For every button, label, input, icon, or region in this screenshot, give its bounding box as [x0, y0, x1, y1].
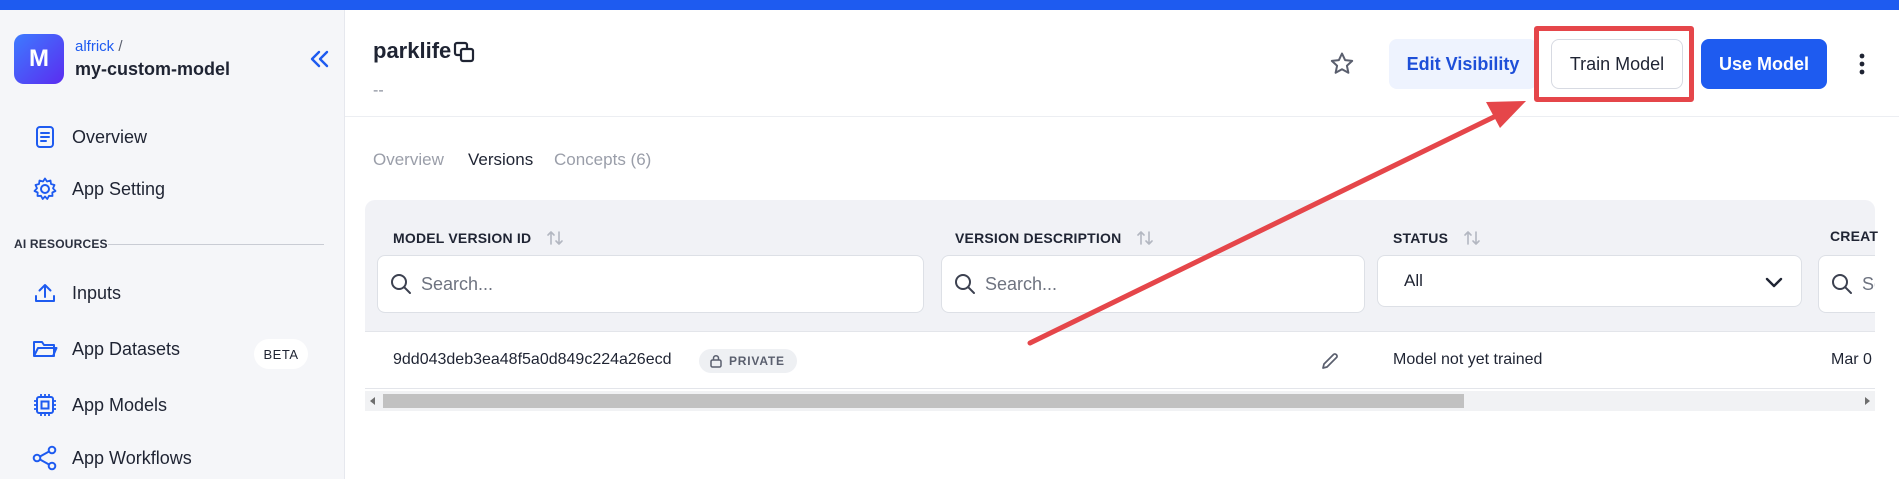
app-owner-name[interactable]: alfrick: [75, 38, 114, 55]
table-header: MODEL VERSION ID VERSION DESCRIPTION STA…: [365, 200, 1878, 331]
sidebar-item-label: App Models: [72, 394, 168, 415]
column-header-status[interactable]: STATUS: [1393, 228, 1482, 248]
app-owner-link[interactable]: alfrick /: [75, 38, 123, 55]
sidebar-item-label: Inputs: [72, 282, 122, 303]
app-header: M alfrick / my-custom-model: [14, 34, 334, 84]
collapse-sidebar-icon[interactable]: [304, 44, 334, 74]
version-description-search[interactable]: [941, 255, 1365, 313]
main-content: parklife -- Edit Visibility Train Model …: [345, 10, 1899, 479]
sort-icon[interactable]: [1135, 228, 1155, 248]
column-header-version-id[interactable]: MODEL VERSION ID: [393, 228, 565, 248]
status-cell: Model not yet trained: [1393, 351, 1543, 368]
edit-pencil-icon[interactable]: [1320, 351, 1340, 371]
edit-visibility-button[interactable]: Edit Visibility: [1389, 39, 1537, 89]
train-model-button[interactable]: Train Model: [1551, 39, 1683, 89]
search-icon: [1832, 274, 1852, 294]
copy-icon[interactable]: [452, 40, 476, 64]
created-search-placeholder: Se: [1862, 273, 1875, 294]
sidebar-item-app-workflows[interactable]: App Workflows: [32, 440, 322, 476]
table-row[interactable]: 9dd043deb3ea48f5a0d849c224a26ecd PRIVATE…: [365, 331, 1875, 389]
scroll-left-icon[interactable]: [368, 396, 378, 406]
chip-icon: [32, 392, 58, 418]
star-icon[interactable]: [1328, 50, 1356, 78]
column-header-label: MODEL VERSION ID: [393, 230, 532, 246]
sidebar-item-label: Overview: [72, 126, 148, 147]
column-header-label: VERSION DESCRIPTION: [955, 230, 1122, 246]
column-header-label: STATUS: [1393, 230, 1449, 246]
sidebar-item-app-models[interactable]: App Models: [32, 387, 322, 423]
search-icon: [955, 274, 975, 294]
private-badge: PRIVATE: [699, 349, 797, 373]
sidebar-item-overview[interactable]: Overview: [32, 119, 322, 155]
tab-versions[interactable]: Versions: [468, 150, 533, 170]
sidebar-item-app-setting[interactable]: App Setting: [32, 171, 322, 207]
created-cell: Mar 0: [1831, 351, 1872, 368]
use-model-button[interactable]: Use Model: [1701, 39, 1827, 89]
horizontal-scrollbar[interactable]: [365, 391, 1875, 411]
section-label-ai-resources: AI RESOURCES: [14, 237, 108, 251]
workflow-icon: [32, 445, 58, 471]
more-options-icon[interactable]: [1850, 50, 1874, 78]
section-divider: [108, 244, 324, 245]
document-icon: [32, 124, 58, 150]
sort-icon[interactable]: [1462, 228, 1482, 248]
scroll-right-icon[interactable]: [1862, 396, 1872, 406]
breadcrumb-separator: /: [118, 38, 123, 55]
status-filter-value: All: [1404, 271, 1423, 290]
lock-icon: [710, 354, 722, 368]
sidebar-item-inputs[interactable]: Inputs: [32, 275, 322, 311]
app-name: my-custom-model: [75, 59, 231, 79]
status-filter-select[interactable]: All: [1377, 255, 1802, 307]
private-badge-label: PRIVATE: [729, 354, 785, 368]
upload-icon: [32, 280, 58, 306]
versions-table: MODEL VERSION ID VERSION DESCRIPTION STA…: [365, 200, 1878, 420]
version-description-search-input[interactable]: [985, 273, 1364, 295]
column-header-label: CREAT: [1830, 228, 1879, 244]
sidebar-item-label: App Datasets: [72, 338, 181, 359]
sort-icon[interactable]: [545, 228, 565, 248]
chevron-down-icon: [1765, 277, 1783, 288]
top-accent-bar: [0, 0, 1899, 10]
model-description: --: [373, 82, 384, 99]
column-header-version-description[interactable]: VERSION DESCRIPTION: [955, 228, 1155, 248]
tab-overview[interactable]: Overview: [373, 150, 444, 170]
scrollbar-thumb[interactable]: [383, 394, 1464, 408]
app-avatar[interactable]: M: [14, 34, 64, 84]
sidebar: M alfrick / my-custom-model Overview App…: [0, 10, 345, 479]
header-divider: [345, 116, 1899, 117]
version-id-search[interactable]: [377, 255, 924, 313]
version-id-search-input[interactable]: [421, 273, 923, 295]
created-search[interactable]: Se: [1818, 255, 1875, 313]
search-icon: [391, 274, 411, 294]
column-header-created[interactable]: CREAT: [1830, 228, 1878, 244]
tab-concepts[interactable]: Concepts (6): [554, 150, 651, 170]
gear-icon: [32, 176, 58, 202]
version-id-cell: 9dd043deb3ea48f5a0d849c224a26ecd: [393, 351, 672, 368]
sidebar-item-label: App Setting: [72, 178, 166, 199]
model-title: parklife: [373, 38, 452, 63]
folder-icon: [32, 336, 58, 362]
sidebar-item-label: App Workflows: [72, 447, 192, 468]
beta-badge: BETA: [254, 339, 308, 369]
